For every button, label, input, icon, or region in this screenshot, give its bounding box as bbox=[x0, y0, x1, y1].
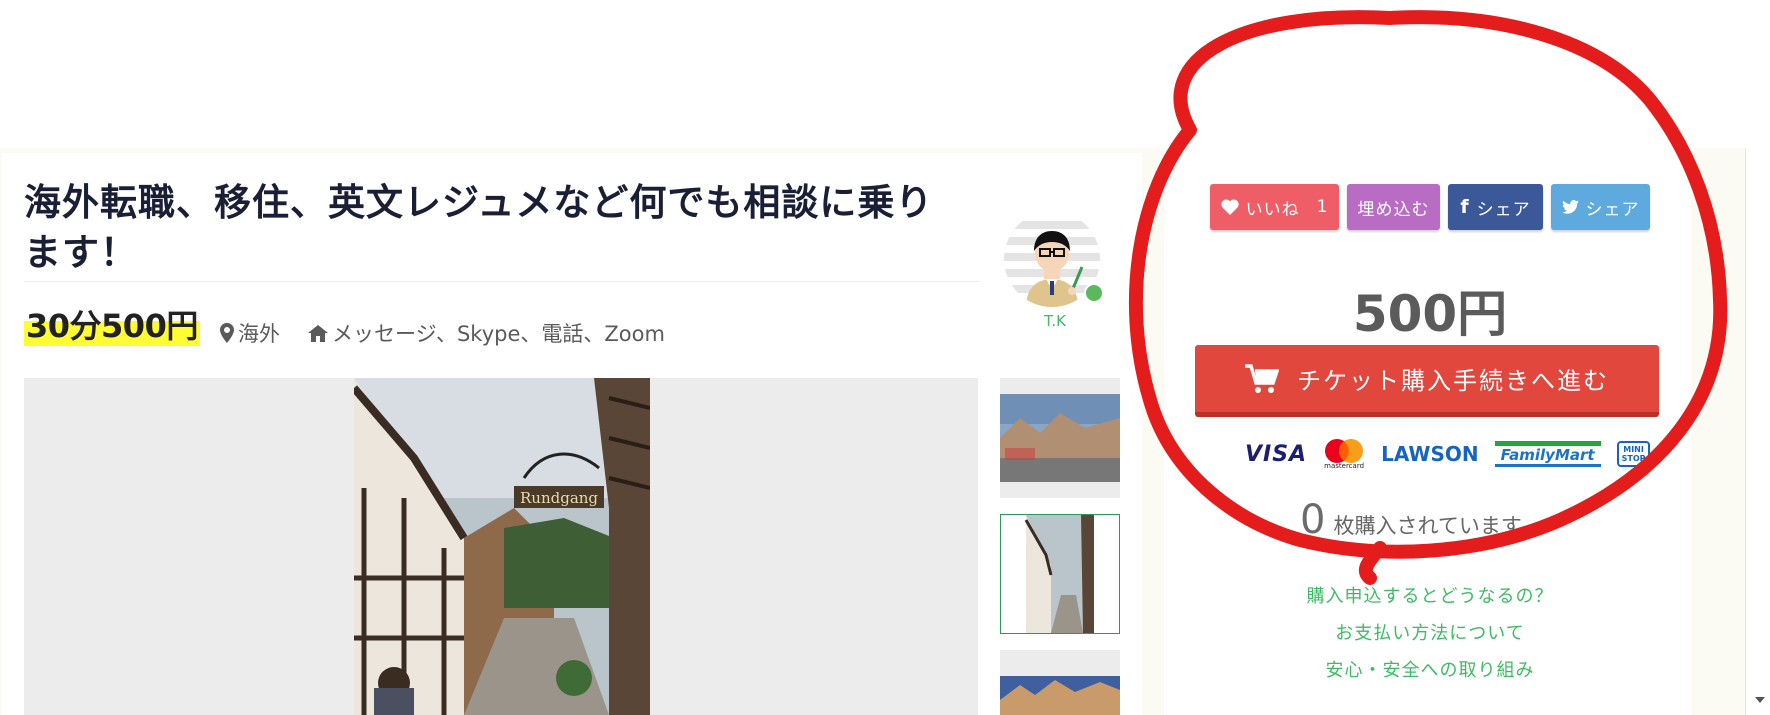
main-photo: Rundgang bbox=[354, 378, 650, 715]
thumbnail-3[interactable] bbox=[1000, 650, 1120, 715]
thumbnail-1[interactable] bbox=[1000, 378, 1120, 498]
faq-link-apply[interactable]: 購入申込するとどうなるの？ bbox=[1210, 582, 1650, 608]
familymart-logo: FamilyMart bbox=[1494, 441, 1601, 467]
visa-logo: VISA bbox=[1245, 441, 1308, 467]
listing-price: 30分500円 bbox=[24, 306, 200, 346]
facebook-share-button[interactable]: f シェア bbox=[1448, 184, 1543, 230]
listing-title: 海外転職、移住、英文レジュメなど何でも相談に乗ります！ bbox=[24, 181, 934, 274]
author-name[interactable]: T.K bbox=[1010, 312, 1100, 330]
twitter-share-button[interactable]: シェア bbox=[1551, 184, 1650, 230]
scroll-down-arrow-icon[interactable] bbox=[1755, 697, 1765, 703]
lawson-logo: LAWSON bbox=[1381, 442, 1479, 466]
thumbnail-image-2 bbox=[1001, 515, 1119, 633]
methods-info: メッセージ、Skype、電話、Zoom bbox=[308, 318, 665, 348]
buy-ticket-label: チケット購入手続きへ進む bbox=[1297, 367, 1609, 395]
location-label: 海外 bbox=[238, 322, 280, 346]
title-divider bbox=[24, 281, 980, 282]
like-count: 1 bbox=[1316, 197, 1329, 217]
location-info: 海外 bbox=[220, 318, 280, 348]
mastercard-circles-icon bbox=[1325, 439, 1364, 463]
ministop-logo: MINI STOP bbox=[1616, 441, 1651, 467]
twitter-share-label: シェア bbox=[1585, 199, 1640, 220]
page: 海外転職、移住、英文レジュメなど何でも相談に乗ります！ 30分500円 海外 メ… bbox=[0, 0, 1770, 715]
purchase-count: 0 枚購入されています bbox=[1300, 497, 1522, 543]
home-icon bbox=[308, 324, 328, 342]
mastercard-wordmark: mastercard bbox=[1324, 462, 1365, 470]
thumbnail-2-selected[interactable] bbox=[1000, 514, 1120, 634]
ticket-price: 500円 bbox=[1352, 285, 1508, 343]
map-marker-icon bbox=[220, 323, 234, 343]
embed-button[interactable]: 埋め込む bbox=[1347, 184, 1440, 230]
methods-label: メッセージ、Skype、電話、Zoom bbox=[332, 322, 665, 346]
svg-text:Rundgang: Rundgang bbox=[520, 489, 598, 507]
like-label: いいね bbox=[1245, 199, 1300, 220]
heart-icon bbox=[1220, 199, 1239, 215]
payment-methods: VISA mastercard LAWSON FamilyMart MINI S… bbox=[1245, 436, 1651, 472]
thumbnail-image-3 bbox=[1000, 650, 1120, 715]
buy-ticket-button[interactable]: チケット購入手続きへ進む bbox=[1195, 345, 1659, 417]
online-status-dot bbox=[1084, 283, 1104, 303]
facebook-share-label: シェア bbox=[1476, 199, 1531, 220]
cart-icon bbox=[1245, 363, 1279, 393]
main-photo-viewer[interactable]: Rundgang bbox=[24, 378, 978, 715]
purchase-count-suffix: 枚購入されています bbox=[1333, 514, 1522, 538]
share-buttons: いいね 1 埋め込む f シェア シェア bbox=[1210, 184, 1650, 230]
header-blank-area bbox=[0, 0, 1770, 148]
faq-link-safety[interactable]: 安心・安全への取り組み bbox=[1210, 656, 1650, 682]
thumbnail-image-1 bbox=[1000, 378, 1120, 498]
facebook-icon: f bbox=[1460, 196, 1470, 218]
like-button[interactable]: いいね 1 bbox=[1210, 184, 1339, 230]
vertical-scrollbar[interactable] bbox=[1745, 148, 1770, 715]
ministop-line-1: MINI bbox=[1623, 445, 1644, 454]
listing-meta: 海外 メッセージ、Skype、電話、Zoom bbox=[220, 318, 665, 348]
purchase-count-number: 0 bbox=[1300, 497, 1326, 543]
faq-link-payment[interactable]: お支払い方法について bbox=[1210, 619, 1650, 645]
ministop-line-2: STOP bbox=[1621, 454, 1646, 463]
twitter-icon bbox=[1561, 200, 1579, 214]
embed-label: 埋め込む bbox=[1357, 199, 1430, 220]
mastercard-logo: mastercard bbox=[1323, 438, 1365, 470]
